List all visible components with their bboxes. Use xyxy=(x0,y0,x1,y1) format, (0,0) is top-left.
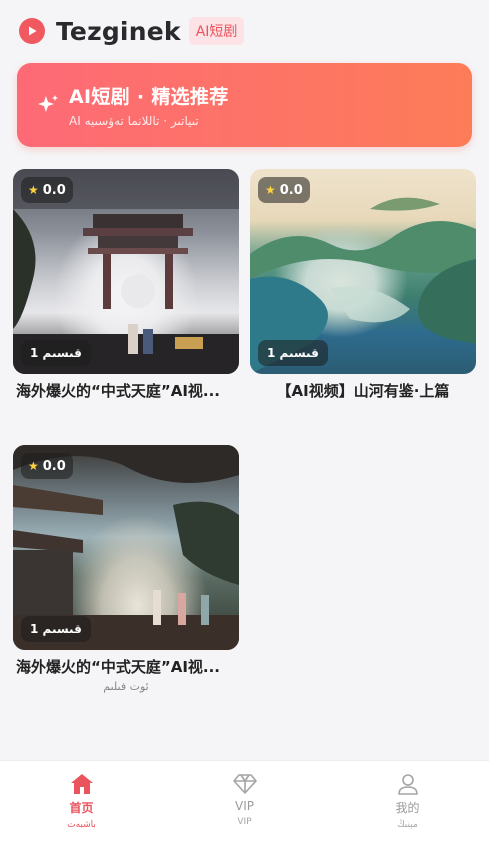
play-circle-icon xyxy=(19,18,45,44)
user-icon xyxy=(397,774,418,795)
rating-value: 0.0 xyxy=(42,182,66,198)
recommend-banner[interactable]: AI短剧 · 精选推荐 AI تىياتىر · تاللانما تەۋسىي… xyxy=(17,63,472,147)
video-thumbnail[interactable]: ★ 0.0 1 قىسىم xyxy=(250,169,476,374)
star-icon: ★ xyxy=(28,459,39,473)
video-card[interactable]: ★ 0.0 1 قىسىم 海外爆火的“中式天庭”AI视... xyxy=(13,169,239,401)
ai-drama-badge: AI短剧 xyxy=(188,17,245,45)
nav-label: 首页 xyxy=(69,801,94,815)
episode-count-badge: 1 قىسىم xyxy=(258,340,328,366)
bottom-nav: 首页 باشبەت VIP VIP 我的 مېنىڭ xyxy=(0,760,489,841)
banner-subtitle: AI تىياتىر · تاللانما تەۋسىيە xyxy=(69,114,199,128)
star-icon: ★ xyxy=(28,183,39,197)
app-screen: Tezginek AI短剧 AI短剧 · 精选推荐 AI تىياتىر · ت… xyxy=(0,0,489,841)
app-title: Tezginek xyxy=(56,16,181,46)
nav-sublabel: VIP xyxy=(237,817,252,827)
nav-sublabel: مېنىڭ xyxy=(397,820,418,830)
nav-label: 我的 xyxy=(395,801,420,815)
diamond-icon xyxy=(232,774,257,794)
nav-item-home[interactable]: 首页 باشبەت xyxy=(0,761,163,841)
top-header: Tezginek AI短剧 xyxy=(0,0,489,62)
nav-item-vip[interactable]: VIP VIP xyxy=(163,761,326,841)
nav-item-profile[interactable]: 我的 مېنىڭ xyxy=(326,761,489,841)
card-title[interactable]: 海外爆火的“中式天庭”AI视... xyxy=(13,380,239,401)
card-title[interactable]: 海外爆火的“中式天庭”AI视... xyxy=(13,656,239,677)
episode-count-badge: 1 قىسىم xyxy=(21,616,91,642)
card-title[interactable]: 【AI视频】山河有鉴·上篇 xyxy=(250,380,476,401)
rating-badge: ★ 0.0 xyxy=(21,453,73,479)
rating-badge: ★ 0.0 xyxy=(21,177,73,203)
sparkle-icon xyxy=(38,95,58,112)
card-subtitle: ئوت فىلىم xyxy=(103,680,149,693)
rating-value: 0.0 xyxy=(279,182,303,198)
episode-count-badge: 1 قىسىم xyxy=(21,340,91,366)
video-thumbnail[interactable]: ★ 0.0 1 قىسىم xyxy=(13,445,239,650)
star-icon: ★ xyxy=(265,183,276,197)
rating-badge: ★ 0.0 xyxy=(258,177,310,203)
video-card[interactable]: ★ 0.0 1 قىسىم 【AI视频】山河有鉴·上篇 xyxy=(250,169,476,401)
home-icon xyxy=(70,774,93,794)
banner-title: AI短剧 · 精选推荐 xyxy=(69,86,229,108)
rating-value: 0.0 xyxy=(42,458,66,474)
nav-sublabel: باشبەت xyxy=(67,820,96,830)
video-card[interactable]: ★ 0.0 1 قىسىم 海外爆火的“中式天庭”AI视... ئوت فىلى… xyxy=(13,445,239,693)
nav-label: VIP xyxy=(235,799,254,813)
video-thumbnail[interactable]: ★ 0.0 1 قىسىم xyxy=(13,169,239,374)
